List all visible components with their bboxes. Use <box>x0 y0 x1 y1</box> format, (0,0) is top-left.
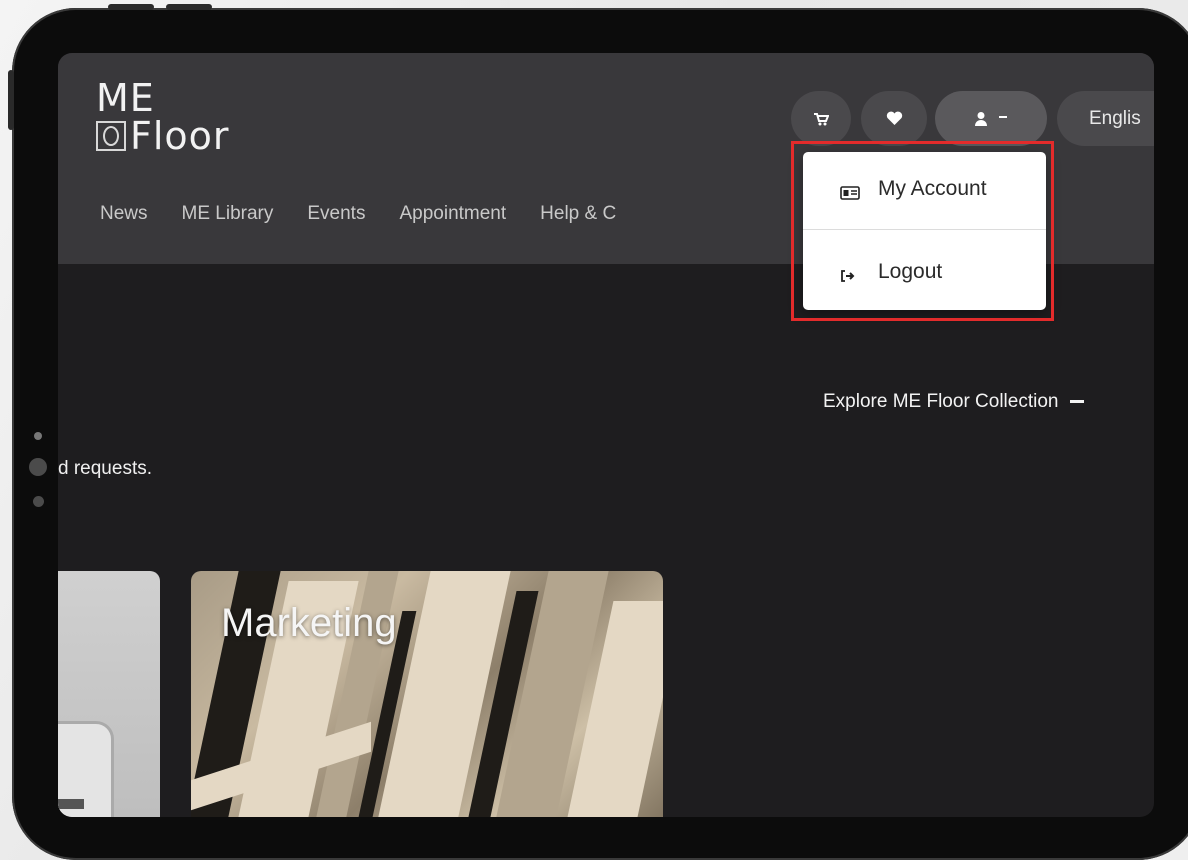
arrow-right-icon <box>1070 400 1085 404</box>
nav-help[interactable]: Help & C <box>540 203 616 225</box>
top-button-2 <box>166 4 212 10</box>
sensor-dot-small <box>33 496 44 507</box>
language-selector[interactable]: Englis <box>1057 91 1154 146</box>
cart-button[interactable] <box>791 91 851 146</box>
top-button <box>108 4 154 10</box>
hero-requests-text: d requests. <box>58 458 152 479</box>
marketing-card[interactable]: Marketing <box>191 571 663 817</box>
sensor-dot <box>29 458 47 476</box>
cart-icon <box>814 112 829 125</box>
wishlist-button[interactable] <box>861 91 927 146</box>
nav-appointment[interactable]: Appointment <box>399 203 506 225</box>
user-icon <box>975 111 987 126</box>
user-menu-button[interactable] <box>935 91 1047 146</box>
explore-collection-link[interactable]: Explore ME Floor Collection <box>823 391 1085 413</box>
logo-line-1: ME <box>96 76 155 120</box>
heart-icon <box>886 111 902 125</box>
nav-news[interactable]: News <box>100 203 148 225</box>
nav-events[interactable]: Events <box>307 203 365 225</box>
logo-mark-icon <box>96 121 126 151</box>
side-button <box>8 70 14 130</box>
camera-dot <box>34 432 42 440</box>
highlight-box <box>791 141 1054 321</box>
device-tag <box>58 799 84 809</box>
logo-line-2-wrap: Floor <box>96 117 230 155</box>
me-floor-logo[interactable]: ME Floor <box>96 79 230 155</box>
explore-collection-label: Explore ME Floor Collection <box>823 391 1059 412</box>
marketing-card-title: Marketing <box>221 601 397 645</box>
nav-me-library[interactable]: ME Library <box>182 203 274 225</box>
service-card-left[interactable] <box>58 571 160 817</box>
caret-down-icon <box>999 115 1007 118</box>
logo-line-2: Floor <box>130 114 230 158</box>
main-nav: News ME Library Events Appointment Help … <box>100 203 650 225</box>
